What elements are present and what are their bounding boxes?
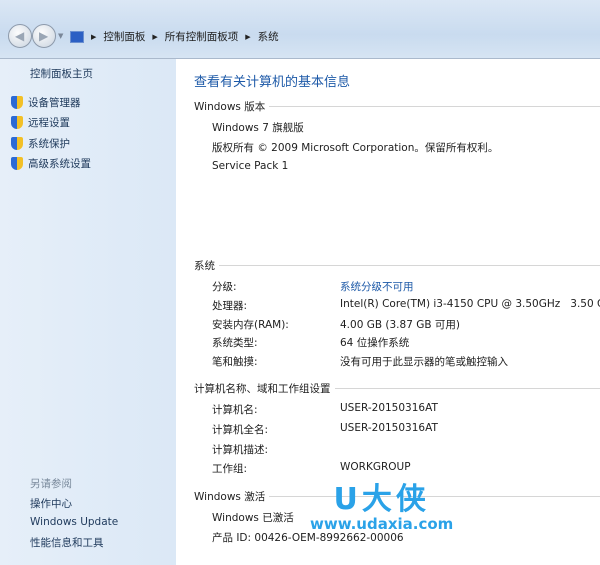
system-type-value: 64 位操作系统 [340, 337, 410, 349]
crumb-control-panel[interactable]: 控制面板 [103, 29, 145, 44]
shield-icon [11, 137, 23, 150]
sidebar-item-label: 设备管理器 [28, 97, 81, 109]
computer-name-value: USER-20150316AT [340, 402, 438, 414]
shield-icon [11, 96, 23, 109]
forward-arrow-icon: ▶ [39, 29, 49, 43]
processor-value: Intel(R) Core(TM) i3-4150 CPU @ 3.50GHz … [340, 298, 600, 310]
ram-value: 4.00 GB (3.87 GB 可用) [340, 319, 460, 331]
workgroup-value: WORKGROUP [340, 461, 411, 473]
main-content: 查看有关计算机的基本信息 Windows 版本 Windows 7 旗舰版 版权… [176, 58, 600, 565]
forward-button[interactable]: ▶ [32, 24, 56, 48]
computer-name-label: 计算机名: [212, 404, 258, 416]
shield-icon [11, 116, 23, 129]
workgroup-label: 工作组: [212, 463, 248, 475]
activation-header: Windows 激活 [194, 489, 600, 504]
sidebar-item-label: 远程设置 [28, 117, 70, 129]
description-label: 计算机描述: [212, 444, 269, 456]
sidebar-item-advanced[interactable]: 高级系统设置 [11, 156, 91, 171]
back-arrow-icon: ◀ [15, 29, 25, 43]
sidebar-item-remote[interactable]: 远程设置 [11, 115, 70, 130]
ram-label: 安装内存(RAM): [212, 319, 289, 331]
chevron-right-icon[interactable]: ▶ [91, 33, 96, 41]
shield-icon [11, 157, 23, 170]
crumb-all-items[interactable]: 所有控制面板项 [165, 29, 239, 44]
control-panel-home-link[interactable]: 控制面板主页 [30, 66, 93, 81]
rating-label: 分级: [212, 281, 237, 293]
crumb-system[interactable]: 系统 [258, 29, 279, 44]
service-pack: Service Pack 1 [212, 160, 289, 172]
activation-status: Windows 已激活 [212, 512, 294, 524]
product-id: 产品 ID: 00426-OEM-8992662-00006 [212, 532, 404, 544]
computer-header: 计算机名称、域和工作组设置 [194, 381, 600, 396]
breadcrumb: ▶ 控制面板 ▶ 所有控制面板项 ▶ 系统 [70, 29, 279, 44]
see-also-heading: 另请参阅 [30, 478, 72, 490]
sidebar-item-device-manager[interactable]: 设备管理器 [11, 95, 81, 110]
processor-label: 处理器: [212, 300, 248, 312]
sidebar: 控制面板主页 设备管理器 远程设置 系统保护 高级系统设置 另请参阅 操作中心 … [0, 58, 176, 565]
chevron-right-icon[interactable]: ▶ [152, 33, 157, 41]
system-type-label: 系统类型: [212, 337, 258, 349]
performance-link[interactable]: 性能信息和工具 [30, 535, 104, 550]
edition-name: Windows 7 旗舰版 [212, 122, 304, 134]
pen-touch-label: 笔和触摸: [212, 356, 258, 368]
chevron-right-icon[interactable]: ▶ [245, 33, 250, 41]
control-panel-icon [70, 30, 84, 43]
rating-link[interactable]: 系统分级不可用 [340, 279, 414, 294]
action-center-link[interactable]: 操作中心 [30, 496, 72, 511]
back-button[interactable]: ◀ [8, 24, 32, 48]
address-bar: ◀ ▶ ▼ ▶ 控制面板 ▶ 所有控制面板项 ▶ 系统 [0, 0, 600, 58]
history-dropdown-icon[interactable]: ▼ [58, 32, 63, 40]
sidebar-item-protection[interactable]: 系统保护 [11, 136, 70, 151]
pen-touch-value: 没有可用于此显示器的笔或触控输入 [340, 356, 508, 368]
copyright: 版权所有 © 2009 Microsoft Corporation。保留所有权利… [212, 142, 499, 154]
page-title: 查看有关计算机的基本信息 [194, 75, 351, 90]
full-name-value: USER-20150316AT [340, 422, 438, 434]
system-header: 系统 [194, 258, 600, 273]
edition-header: Windows 版本 [194, 99, 600, 114]
sidebar-item-label: 系统保护 [28, 138, 70, 150]
sidebar-item-label: 高级系统设置 [28, 158, 91, 170]
windows-update-link[interactable]: Windows Update [30, 516, 118, 528]
full-name-label: 计算机全名: [212, 424, 269, 436]
